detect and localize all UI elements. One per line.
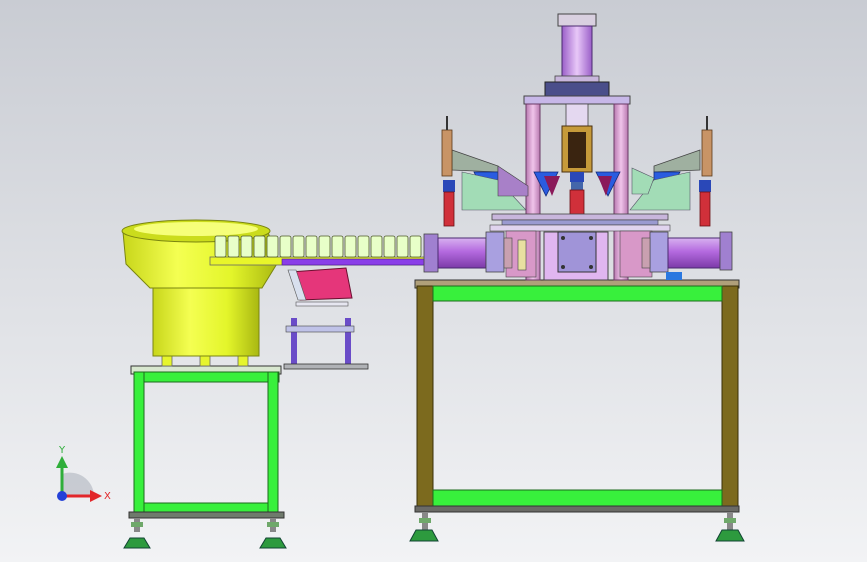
left-pusher-cylinder [423,231,527,273]
x-axis-label: X [104,491,111,502]
cad-viewport[interactable]: Y X [0,0,867,562]
z-axis-dot [57,491,67,501]
top-plate [523,95,631,105]
y-axis-label: Y [58,445,66,456]
linear-feed-track [209,235,431,266]
machine-assembly-drawing: Y X [0,0,867,562]
